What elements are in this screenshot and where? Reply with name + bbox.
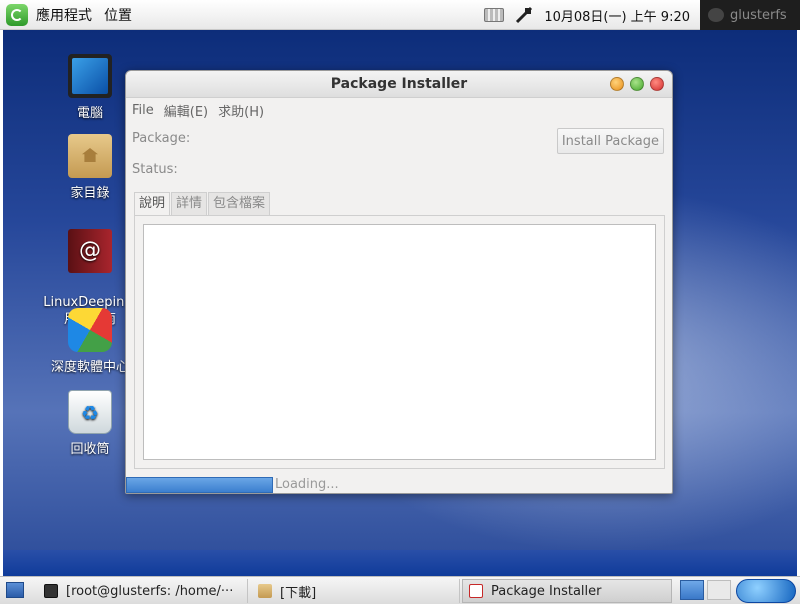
- progress-text: Loading...: [275, 477, 339, 492]
- task-label: [root@glusterfs: /home/···: [66, 583, 234, 599]
- user-icon: [708, 8, 724, 22]
- tab-included-files[interactable]: 包含檔案: [208, 192, 271, 216]
- taskbar: [root@glusterfs: /home/··· [下載] Package …: [0, 576, 800, 604]
- desktop-bottom-band: [3, 550, 797, 576]
- window-controls: [610, 77, 664, 91]
- username: glusterfs: [730, 7, 787, 23]
- task-terminal[interactable]: [root@glusterfs: /home/···: [38, 579, 248, 603]
- maximize-button[interactable]: [630, 77, 644, 91]
- applications-menu[interactable]: 應用程式: [36, 5, 92, 25]
- task-package-installer[interactable]: Package Installer: [462, 579, 672, 603]
- tab-bar: 說明 詳情 包含檔案: [134, 192, 271, 217]
- loading-progress: Loading...: [126, 476, 672, 494]
- user-menu[interactable]: glusterfs: [700, 0, 800, 30]
- software-center-icon: [68, 308, 112, 352]
- menubar: File 編輯(E) 求助(H): [126, 98, 672, 122]
- status-label: Status:: [132, 162, 178, 177]
- workspace-1[interactable]: [680, 580, 704, 600]
- window-titlebar[interactable]: Package Installer: [126, 71, 672, 98]
- computer-icon: [68, 54, 112, 98]
- user-guide-icon: @: [68, 229, 112, 273]
- progress-fill: [126, 477, 273, 493]
- folder-icon: [258, 584, 272, 598]
- site-logo: [734, 577, 798, 604]
- package-installer-window: Package Installer File 編輯(E) 求助(H) Packa…: [125, 70, 673, 494]
- menu-file[interactable]: File: [132, 103, 154, 118]
- workspace-2[interactable]: [707, 580, 731, 600]
- package-label: Package:: [132, 131, 191, 146]
- description-text-area[interactable]: [143, 224, 656, 460]
- task-downloads[interactable]: [下載]: [252, 579, 460, 603]
- top-panel: 應用程式 位置 10月08日(一) 上午 9:20 glusterfs: [0, 0, 800, 30]
- package-icon: [469, 584, 483, 598]
- tab-details[interactable]: 詳情: [171, 192, 208, 216]
- menu-help[interactable]: 求助(H): [218, 101, 264, 120]
- minimize-button[interactable]: [610, 77, 624, 91]
- tab-panel: [134, 215, 665, 469]
- progress-track: [126, 476, 672, 494]
- show-desktop-icon[interactable]: [6, 582, 24, 598]
- panel-tray: 10月08日(一) 上午 9:20 glusterfs: [484, 0, 800, 30]
- install-package-button[interactable]: Install Package: [556, 128, 664, 154]
- places-menu[interactable]: 位置: [104, 5, 132, 25]
- deepin-logo-icon[interactable]: [6, 3, 28, 26]
- home-folder-icon: [68, 134, 112, 178]
- task-label: Package Installer: [491, 583, 602, 599]
- clock[interactable]: 10月08日(一) 上午 9:20: [544, 6, 690, 25]
- window-title: Package Installer: [330, 76, 468, 92]
- keyboard-icon[interactable]: [484, 8, 505, 22]
- terminal-icon: [44, 584, 58, 598]
- tab-description[interactable]: 說明: [134, 192, 171, 217]
- task-label: [下載]: [280, 585, 317, 601]
- network-icon[interactable]: [514, 5, 534, 25]
- close-button[interactable]: [650, 77, 664, 91]
- trash-icon: [68, 390, 112, 434]
- menu-edit[interactable]: 編輯(E): [164, 101, 208, 120]
